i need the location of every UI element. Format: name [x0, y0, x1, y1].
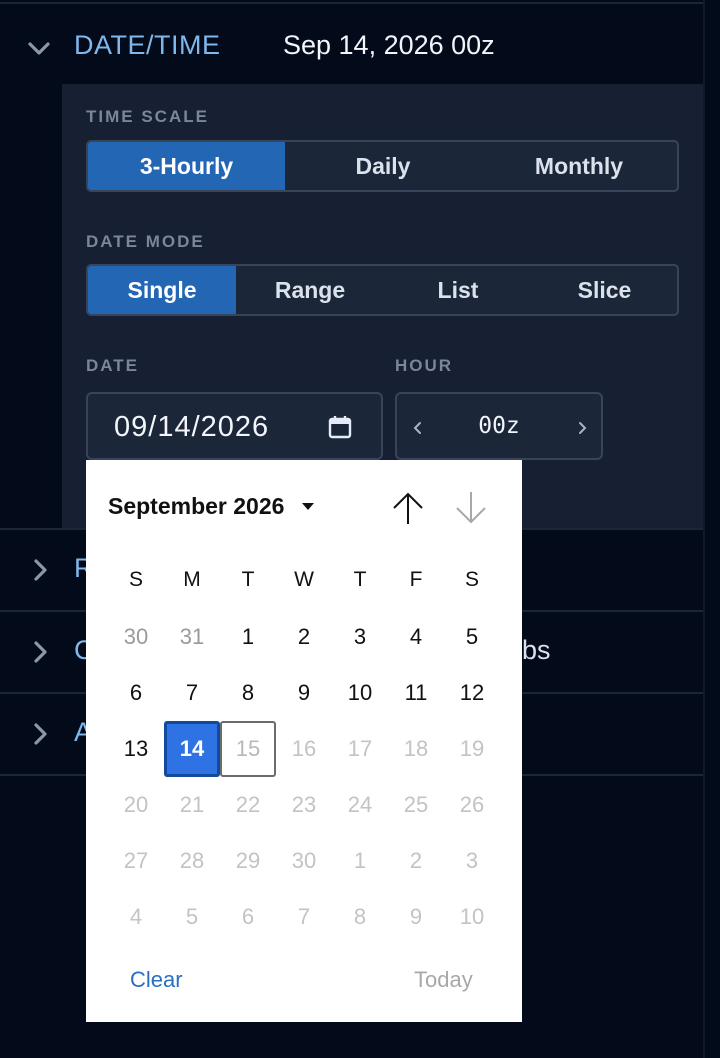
calendar-day[interactable]: 5	[444, 609, 500, 665]
date-mode-list-button[interactable]: List	[384, 266, 532, 314]
hour-stepper[interactable]: 00z	[395, 392, 603, 460]
calendar-day: 10	[459, 904, 485, 929]
weekday-header: F	[409, 568, 423, 591]
date-input[interactable]: 09/14/2026	[86, 392, 383, 460]
calendar-day[interactable]: 8	[220, 665, 276, 721]
calendar-day: 17	[347, 736, 373, 761]
calendar-day: 18	[403, 736, 429, 761]
calendar-day[interactable]: 6	[108, 665, 164, 721]
calendar-day: 8	[353, 904, 367, 929]
time-scale-segmented: 3-Hourly Daily Monthly	[86, 140, 679, 192]
calendar-day: 1	[353, 848, 367, 873]
weekday-header: W	[294, 568, 314, 591]
calendar-day: 25	[403, 792, 429, 817]
calendar-day: 19	[459, 736, 485, 761]
calendar-day[interactable]: 3	[332, 609, 388, 665]
chevron-down-icon[interactable]	[26, 36, 52, 62]
calendar-day: 26	[459, 792, 485, 817]
right-scroll-edge	[703, 0, 705, 1058]
weekday-header: S	[464, 568, 479, 591]
date-input-value: 09/14/2026	[114, 411, 270, 443]
calendar-month-label[interactable]: September 2026	[108, 493, 284, 520]
calendar-day: 2	[409, 848, 423, 873]
caret-down-icon[interactable]	[301, 502, 315, 512]
arrow-up-icon[interactable]	[390, 488, 426, 528]
time-scale-3hourly-button[interactable]: 3-Hourly	[88, 142, 285, 190]
calendar-day: 27	[123, 848, 149, 873]
calendar-day[interactable]: 15	[220, 721, 276, 777]
calendar-day: 23	[291, 792, 317, 817]
calendar-day: 7	[297, 904, 311, 929]
date-label: DATE	[86, 356, 140, 375]
calendar-day: 21	[179, 792, 205, 817]
weekday-header: T	[353, 568, 367, 591]
calendar-day: 30	[291, 848, 317, 873]
calendar-day[interactable]: 13	[108, 721, 164, 777]
date-mode-segmented: Single Range List Slice	[86, 264, 679, 316]
calendar-day: 9	[409, 904, 423, 929]
calendar-day-selected[interactable]: 14	[164, 721, 220, 777]
calendar-day: 5	[185, 904, 199, 929]
date-mode-single-button[interactable]: Single	[88, 266, 236, 314]
calendar-day: 4	[129, 904, 143, 929]
calendar-day[interactable]: 1	[220, 609, 276, 665]
datetime-section-header[interactable]: DATE/TIME Sep 14, 2026 00z	[0, 4, 703, 84]
calendar-today-button[interactable]: Today	[414, 967, 473, 993]
calendar-day[interactable]: 31	[164, 609, 220, 665]
calendar-day[interactable]: 9	[276, 665, 332, 721]
calendar-clear-button[interactable]: Clear	[130, 967, 183, 993]
calendar-day[interactable]: 2	[276, 609, 332, 665]
chevron-right-icon[interactable]	[28, 638, 52, 666]
calendar-day[interactable]: 4	[388, 609, 444, 665]
calendar-day: 24	[347, 792, 373, 817]
calendar-day: 22	[235, 792, 261, 817]
time-scale-daily-button[interactable]: Daily	[285, 142, 481, 190]
chevron-right-icon[interactable]	[28, 720, 52, 748]
calendar-day: 29	[235, 848, 261, 873]
collapsed-section-value: bs	[522, 635, 551, 665]
calendar-day[interactable]: 10	[332, 665, 388, 721]
hour-label: HOUR	[395, 356, 454, 375]
date-mode-slice-button[interactable]: Slice	[532, 266, 677, 314]
arrow-down-icon[interactable]	[453, 488, 489, 528]
calendar-day[interactable]: 7	[164, 665, 220, 721]
calendar-day: 16	[291, 736, 317, 761]
calendar-day[interactable]: 12	[444, 665, 500, 721]
section-title: DATE/TIME	[74, 30, 221, 60]
time-scale-label: TIME SCALE	[86, 107, 209, 126]
weekday-header: S	[128, 568, 143, 591]
weekday-header: M	[183, 568, 201, 591]
chevron-right-icon[interactable]	[28, 556, 52, 584]
calendar-day: 3	[465, 848, 479, 873]
date-picker-popup: September 2026 S M T W T F S 30 31 1 2 3 4 5 6 7 8 9 10 11 1…	[86, 460, 522, 1022]
time-scale-monthly-button[interactable]: Monthly	[481, 142, 677, 190]
calendar-day: 28	[179, 848, 205, 873]
calendar-icon[interactable]	[327, 414, 353, 440]
weekday-header: T	[241, 568, 255, 591]
date-mode-label: DATE MODE	[86, 232, 205, 251]
chevron-right-icon[interactable]	[573, 416, 593, 440]
date-mode-range-button[interactable]: Range	[236, 266, 384, 314]
section-summary-value: Sep 14, 2026 00z	[283, 30, 495, 60]
calendar-day[interactable]: 11	[388, 665, 444, 721]
calendar-day: 6	[241, 904, 255, 929]
calendar-day: 20	[123, 792, 149, 817]
hour-value: 00z	[478, 413, 520, 439]
calendar-day[interactable]: 30	[108, 609, 164, 665]
